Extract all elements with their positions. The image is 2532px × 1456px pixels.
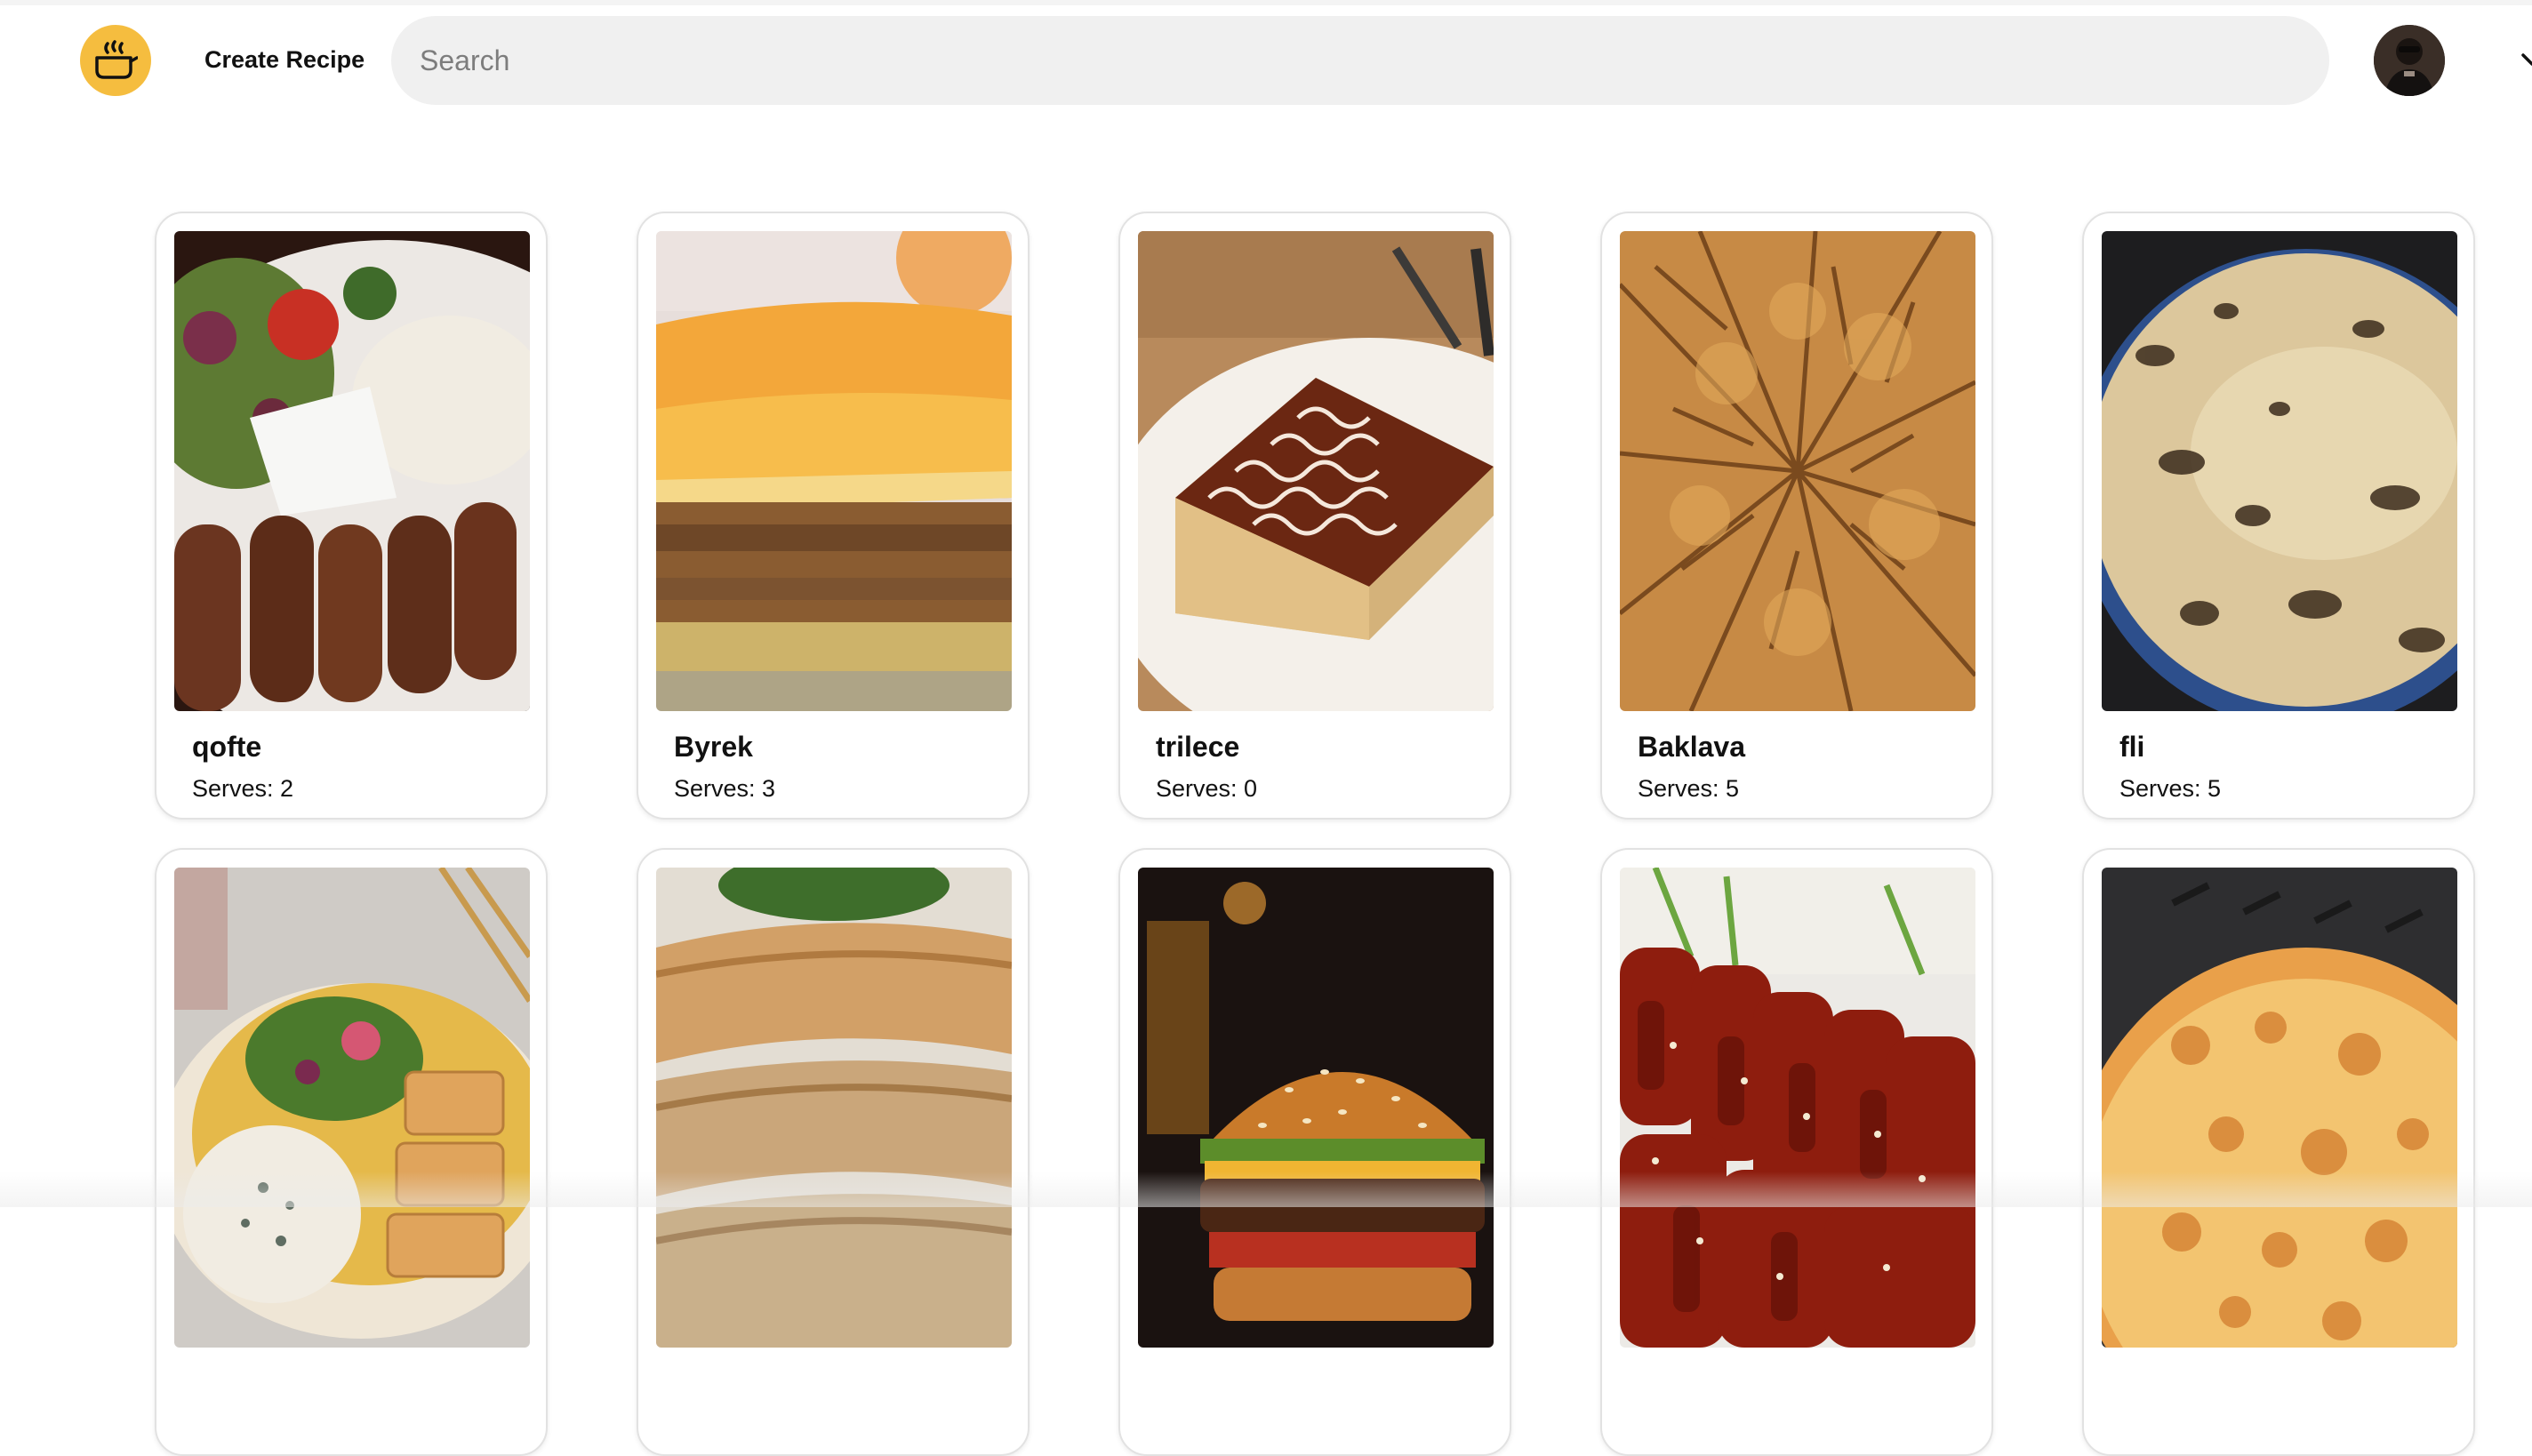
- byrek-photo: [656, 231, 1012, 711]
- recipe-title: trilece: [1156, 731, 1240, 763]
- search-bar[interactable]: [391, 16, 2329, 105]
- recipe-card[interactable]: Byrek Serves: 3: [637, 212, 1030, 820]
- chevron-down-icon[interactable]: [2520, 46, 2532, 73]
- recipe-serves: Serves: 3: [674, 775, 776, 802]
- recipe-serves: Serves: 2: [192, 775, 294, 802]
- recipe-image: [174, 231, 530, 711]
- recipe-card[interactable]: [1600, 848, 1993, 1456]
- recipe-card[interactable]: [2082, 848, 2475, 1456]
- search-input[interactable]: [391, 16, 2329, 105]
- user-avatar[interactable]: [2374, 25, 2445, 96]
- recipe-image: [1620, 231, 1975, 711]
- viewport-fade: [0, 1172, 2532, 1207]
- burek-roll-photo: [656, 868, 1012, 1348]
- recipe-title: qofte: [192, 731, 262, 763]
- recipe-card[interactable]: fli Serves: 5: [2082, 212, 2475, 820]
- recipe-serves: Serves: 5: [1638, 775, 1740, 802]
- create-recipe-link[interactable]: Create Recipe: [204, 46, 365, 74]
- recipe-card[interactable]: [637, 848, 1030, 1456]
- fli-photo: [2102, 231, 2457, 711]
- recipe-image: [2102, 231, 2457, 711]
- recipe-card[interactable]: Baklava Serves: 5: [1600, 212, 1993, 820]
- recipe-image: [2102, 868, 2457, 1348]
- recipe-image: [656, 868, 1012, 1348]
- avatar-image: [2374, 25, 2445, 96]
- katsu-bowl-photo: [174, 868, 530, 1348]
- recipe-card[interactable]: [1118, 848, 1511, 1456]
- recipe-title: fli: [2119, 731, 2145, 763]
- recipe-serves: Serves: 5: [2119, 775, 2222, 802]
- recipe-card[interactable]: qofte Serves: 2: [155, 212, 548, 820]
- pizza-photo: [2102, 868, 2457, 1348]
- baklava-photo: [1620, 231, 1975, 711]
- burger-photo: [1138, 868, 1494, 1348]
- glazed-ribs-photo: [1620, 868, 1975, 1348]
- trilece-photo: [1138, 231, 1494, 711]
- cooking-pot-icon: [95, 40, 138, 79]
- recipe-image: [656, 231, 1012, 711]
- recipe-card[interactable]: [155, 848, 548, 1456]
- recipe-image: [1138, 868, 1494, 1348]
- recipe-image: [1620, 868, 1975, 1348]
- recipe-title: Baklava: [1638, 731, 1745, 763]
- qofte-photo: [174, 231, 530, 711]
- recipe-serves: Serves: 0: [1156, 775, 1258, 802]
- recipe-card[interactable]: trilece Serves: 0: [1118, 212, 1511, 820]
- recipe-image: [174, 868, 530, 1348]
- recipe-title: Byrek: [674, 731, 753, 763]
- app-logo[interactable]: [80, 25, 151, 96]
- app-header: Create Recipe: [0, 0, 2532, 124]
- recipe-image: [1138, 231, 1494, 711]
